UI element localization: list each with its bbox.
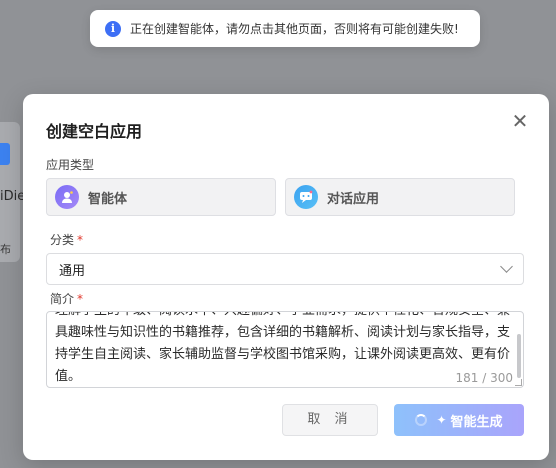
char-counter: 181 / 300 — [455, 371, 513, 385]
agent-icon — [55, 185, 79, 209]
required-mark: * — [77, 292, 84, 306]
app-type-label: 应用类型 — [46, 158, 95, 172]
type-option-label: 智能体 — [88, 191, 128, 207]
required-mark: * — [77, 233, 84, 247]
type-option-agent[interactable]: 智能体 — [46, 178, 276, 216]
loading-spinner-icon — [415, 414, 428, 426]
category-select[interactable]: 通用 — [46, 253, 524, 285]
type-option-label: 对话应用 — [327, 191, 380, 207]
type-option-chat[interactable]: 对话应用 — [285, 178, 515, 216]
background-card-title: iDie — [0, 189, 26, 204]
background-app-logo — [0, 143, 10, 165]
resize-handle[interactable] — [515, 379, 522, 386]
toast-notification: i 正在创建智能体，请勿点击其他页面，否则将有可能创建失败! — [90, 10, 480, 47]
chat-icon — [294, 185, 318, 209]
intro-label: 简介 * — [50, 290, 83, 307]
create-app-dialog: 创建空白应用 ✕ 应用类型 智能体 对话应用 分类* 通用 简介* 理解学生的年… — [23, 94, 549, 460]
background-card-status: 布 — [0, 243, 11, 256]
toast-message: 正在创建智能体，请勿点击其他页面，否则将有可能创建失败! — [130, 22, 459, 36]
generate-label: 智能生成 — [450, 414, 503, 430]
intro-textarea[interactable]: 理解学生的年级、阅读水平、兴趣偏好、学业需求，提供个性化、合规安全、兼具趣味性与… — [46, 311, 524, 388]
close-icon[interactable]: ✕ — [509, 110, 531, 132]
info-icon: i — [105, 20, 121, 37]
dialog-title: 创建空白应用 — [46, 122, 143, 141]
generate-button[interactable]: ✦ 智能生成 — [394, 404, 524, 436]
sparkle-icon: ✦ — [436, 413, 447, 427]
textarea-scrollbar[interactable] — [517, 334, 521, 378]
category-label: 分类 * — [50, 231, 83, 248]
intro-label-text: 简介 — [50, 292, 75, 306]
category-label-text: 分类 — [50, 233, 75, 247]
category-value: 通用 — [59, 263, 86, 279]
cancel-button[interactable]: 取 消 — [282, 404, 378, 436]
chevron-down-icon — [500, 260, 513, 273]
intro-text: 理解学生的年级、阅读水平、兴趣偏好、学业需求，提供个性化、合规安全、兼具趣味性与… — [55, 312, 511, 384]
